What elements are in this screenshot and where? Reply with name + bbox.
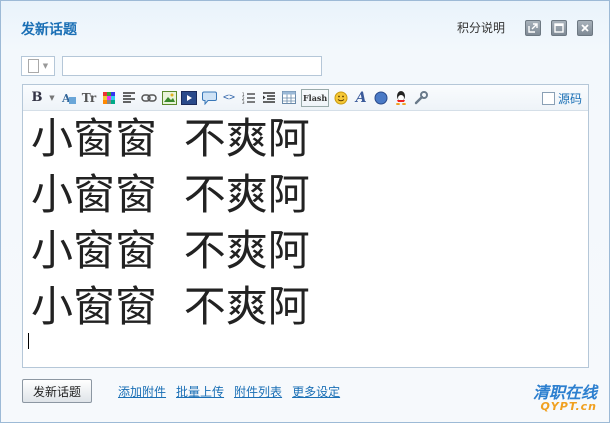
topic-type-select[interactable]: ▼ bbox=[21, 56, 55, 76]
font-size-icon[interactable]: Tr bbox=[81, 89, 97, 107]
document-icon bbox=[27, 59, 39, 73]
content-line: 小窗窗 不爽阿 bbox=[31, 114, 310, 163]
bold-icon[interactable]: B bbox=[29, 89, 45, 107]
smiley-icon[interactable] bbox=[333, 89, 349, 107]
points-help-link[interactable]: 积分说明 bbox=[457, 19, 505, 36]
dialog-title: 发新话题 bbox=[21, 22, 77, 38]
content-line: 小窗窗 不爽阿 bbox=[31, 170, 310, 219]
compass-icon[interactable] bbox=[373, 89, 389, 107]
subject-input[interactable] bbox=[62, 56, 322, 76]
source-mode-label: 源码 bbox=[557, 92, 582, 106]
font-color-icon[interactable]: A bbox=[61, 89, 77, 107]
content-line: 小窗窗 不爽阿 bbox=[31, 226, 310, 275]
align-left-icon[interactable] bbox=[121, 89, 137, 107]
watermark-title: 清职在线 bbox=[532, 383, 597, 402]
new-topic-dialog: 发新话题 积分说明 ▼ B ▼ A Tr <> 1 2 3 Flash A 源码… bbox=[0, 0, 610, 423]
source-mode-checkbox[interactable] bbox=[541, 92, 555, 105]
flash-icon[interactable]: Flash bbox=[301, 88, 330, 107]
attachment-list-link[interactable]: 附件列表 bbox=[234, 383, 282, 400]
image-icon[interactable] bbox=[161, 89, 177, 107]
table-icon[interactable] bbox=[281, 89, 297, 107]
svg-text:3: 3 bbox=[242, 100, 245, 105]
more-settings-link[interactable]: 更多设定 bbox=[292, 383, 340, 400]
rich-text-editor: B ▼ A Tr <> 1 2 3 Flash A 源码 小窗窗 不爽阿 小窗窗… bbox=[22, 84, 589, 368]
watermark-domain: QYPT.cn bbox=[540, 400, 597, 413]
batch-upload-link[interactable]: 批量上传 bbox=[176, 383, 224, 400]
chevron-down-icon: ▼ bbox=[42, 62, 49, 70]
chevron-down-icon[interactable]: ▼ bbox=[49, 89, 55, 107]
link-icon[interactable] bbox=[141, 89, 157, 107]
popout-icon[interactable] bbox=[525, 19, 541, 36]
content-line: 小窗窗 不爽阿 bbox=[31, 282, 310, 331]
quote-icon[interactable] bbox=[201, 89, 217, 107]
source-mode-toggle[interactable]: 源码 bbox=[541, 90, 582, 107]
site-watermark: 清职在线 QYPT.cn bbox=[533, 385, 597, 413]
footer-actions: 发新话题 添加附件 批量上传 附件列表 更多设定 bbox=[22, 379, 350, 403]
header-controls: 积分说明 bbox=[457, 19, 593, 36]
wrench-icon[interactable] bbox=[413, 89, 429, 107]
font-style-icon[interactable]: A bbox=[353, 89, 369, 107]
maximize-icon[interactable] bbox=[551, 19, 567, 36]
editor-toolbar: B ▼ A Tr <> 1 2 3 Flash A 源码 bbox=[23, 85, 588, 111]
indent-icon[interactable] bbox=[261, 89, 277, 107]
add-attachment-link[interactable]: 添加附件 bbox=[118, 383, 166, 400]
editor-content-area[interactable]: 小窗窗 不爽阿 小窗窗 不爽阿 小窗窗 不爽阿 小窗窗 不爽阿 bbox=[23, 111, 588, 367]
text-cursor bbox=[28, 333, 29, 349]
qq-icon[interactable] bbox=[393, 89, 409, 107]
code-icon[interactable]: <> bbox=[221, 89, 237, 107]
ordered-list-icon[interactable]: 123 bbox=[241, 89, 257, 107]
media-icon[interactable] bbox=[181, 89, 197, 107]
subject-row: ▼ bbox=[21, 56, 322, 76]
submit-topic-button[interactable]: 发新话题 bbox=[22, 379, 93, 403]
close-icon[interactable] bbox=[577, 19, 593, 36]
color-palette-icon[interactable] bbox=[101, 89, 117, 107]
